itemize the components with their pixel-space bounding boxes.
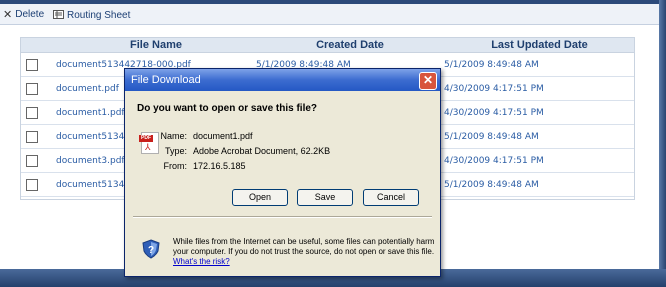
- close-icon[interactable]: ✕: [419, 72, 437, 90]
- updated-date-cell: 4/30/2009 4:17:51 PM: [444, 100, 635, 125]
- dialog-separator: [133, 216, 432, 218]
- row-checkbox[interactable]: [26, 106, 38, 119]
- dialog-title: File Download: [131, 74, 201, 86]
- warning-text: While files from the Internet can be use…: [173, 237, 435, 256]
- row-checkbox[interactable]: [26, 178, 38, 191]
- created-date-column-header[interactable]: Created Date: [256, 37, 444, 53]
- last-updated-column-header[interactable]: Last Updated Date: [444, 37, 635, 53]
- delete-icon: ✕: [3, 8, 13, 21]
- dialog-question: Do you want to open or save this file?: [137, 103, 318, 114]
- save-button[interactable]: Save: [297, 189, 353, 206]
- name-value: document1.pdf: [193, 131, 253, 141]
- select-column-header: [20, 37, 56, 53]
- security-warning: While files from the Internet can be use…: [173, 237, 435, 267]
- row-checkbox[interactable]: [26, 154, 38, 167]
- updated-date-cell: 4/30/2009 4:17:51 PM: [444, 76, 635, 101]
- dialog-title-bar[interactable]: File Download ✕: [125, 69, 440, 91]
- row-checkbox[interactable]: [26, 82, 38, 95]
- row-checkbox[interactable]: [26, 130, 38, 143]
- file-name-column-header[interactable]: File Name: [56, 37, 256, 53]
- toolbar: ✕ Delete Routing Sheet: [0, 4, 659, 25]
- type-label: Type:: [164, 146, 187, 156]
- table-header-row: File Name Created Date Last Updated Date: [20, 37, 635, 53]
- cancel-button[interactable]: Cancel: [363, 189, 419, 206]
- updated-date-cell: 4/30/2009 4:17:51 PM: [444, 148, 635, 173]
- from-value: 172.16.5.185: [193, 161, 246, 171]
- whats-the-risk-link[interactable]: What's the risk?: [173, 257, 230, 266]
- updated-date-cell: 5/1/2009 8:49:48 AM: [444, 52, 635, 77]
- routing-sheet-icon: [53, 9, 64, 21]
- file-download-dialog: File Download ✕ Do you want to open or s…: [124, 68, 441, 277]
- updated-date-cell: 5/1/2009 8:49:48 AM: [444, 172, 635, 197]
- window-right-border: [659, 0, 666, 287]
- shield-icon: ?: [142, 239, 160, 259]
- svg-text:?: ?: [148, 245, 154, 256]
- type-value: Adobe Acrobat Document, 62.2KB: [193, 146, 331, 156]
- updated-date-cell: 5/1/2009 8:49:48 AM: [444, 124, 635, 149]
- open-button[interactable]: Open: [232, 189, 288, 206]
- name-label: Name:: [160, 131, 187, 141]
- routing-sheet-button[interactable]: Routing Sheet: [53, 9, 130, 21]
- row-checkbox[interactable]: [26, 58, 38, 71]
- app-window: ✕ Delete Routing Sheet File Name Created…: [0, 0, 666, 287]
- delete-label: Delete: [15, 9, 45, 20]
- from-label: From:: [163, 161, 188, 171]
- routing-sheet-label: Routing Sheet: [67, 9, 131, 21]
- delete-button[interactable]: ✕ Delete: [3, 9, 44, 20]
